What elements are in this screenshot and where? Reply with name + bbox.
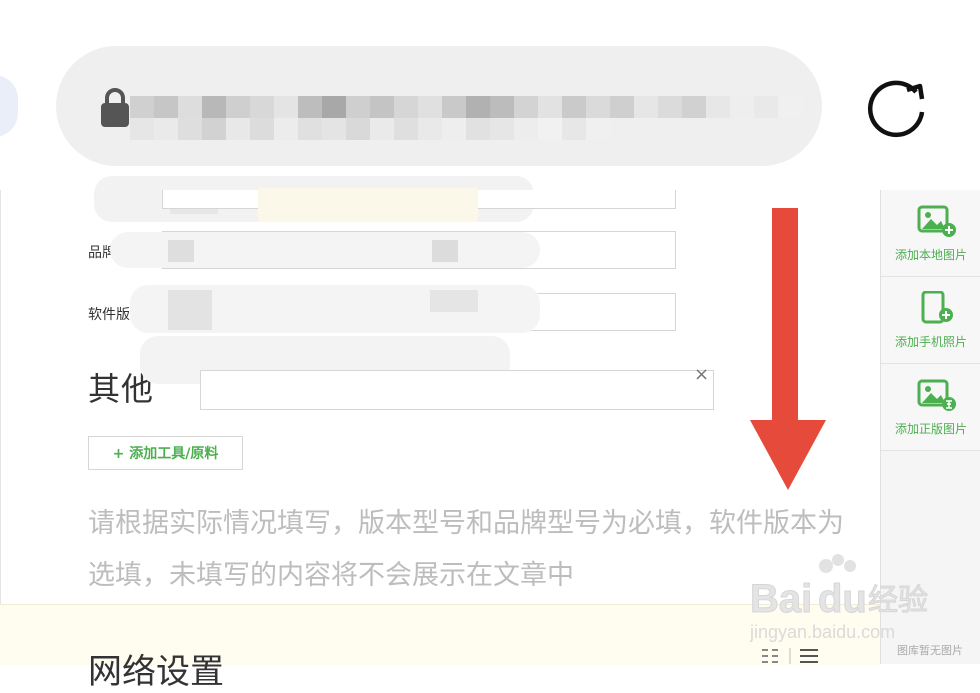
add-tool-material-button[interactable]: + 添加工具/原料 (88, 436, 243, 470)
red-arrow-annotation (750, 208, 826, 490)
phone-add-icon (921, 291, 953, 324)
add-local-image-label: 添加本地图片 (894, 248, 967, 262)
add-phone-photo-button[interactable]: 添加手机照片 (881, 277, 980, 364)
image-licensed-icon (917, 379, 956, 411)
svg-text:Bai: Bai (750, 577, 812, 621)
image-add-icon (917, 205, 956, 237)
close-icon[interactable]: × (694, 364, 709, 385)
back-button[interactable] (0, 75, 18, 137)
tool-material-input[interactable] (200, 370, 714, 410)
list-format-icon[interactable] (760, 646, 820, 664)
browser-toolbar (0, 0, 980, 190)
network-settings-title: 网络设置 (88, 652, 224, 692)
image-thumbnail-redacted (258, 188, 478, 222)
add-phone-photo-label: 添加手机照片 (894, 335, 967, 349)
redacted-mosaic (168, 240, 194, 262)
address-text-redacted (130, 80, 860, 150)
panel-border (0, 190, 1, 604)
reload-icon[interactable] (860, 72, 932, 144)
baidu-jingyan-watermark: Bai du 经验 jingyan.baidu.com (749, 554, 929, 642)
svg-text:du: du (818, 577, 867, 621)
gallery-empty-label: 图库暂无图片 (897, 644, 963, 657)
redacted-mosaic (432, 240, 458, 262)
add-local-image-button[interactable]: 添加本地图片 (881, 190, 980, 277)
redacted-mosaic (168, 290, 212, 330)
svg-text:经验: 经验 (868, 583, 928, 618)
lock-icon (101, 88, 129, 127)
redacted-mosaic (430, 290, 478, 312)
software-version-label: 软件版 (88, 307, 130, 323)
svg-text:jingyan.baidu.com: jingyan.baidu.com (749, 622, 895, 642)
add-licensed-image-button[interactable]: 添加正版图片 (881, 364, 980, 451)
add-licensed-image-label: 添加正版图片 (894, 422, 967, 436)
